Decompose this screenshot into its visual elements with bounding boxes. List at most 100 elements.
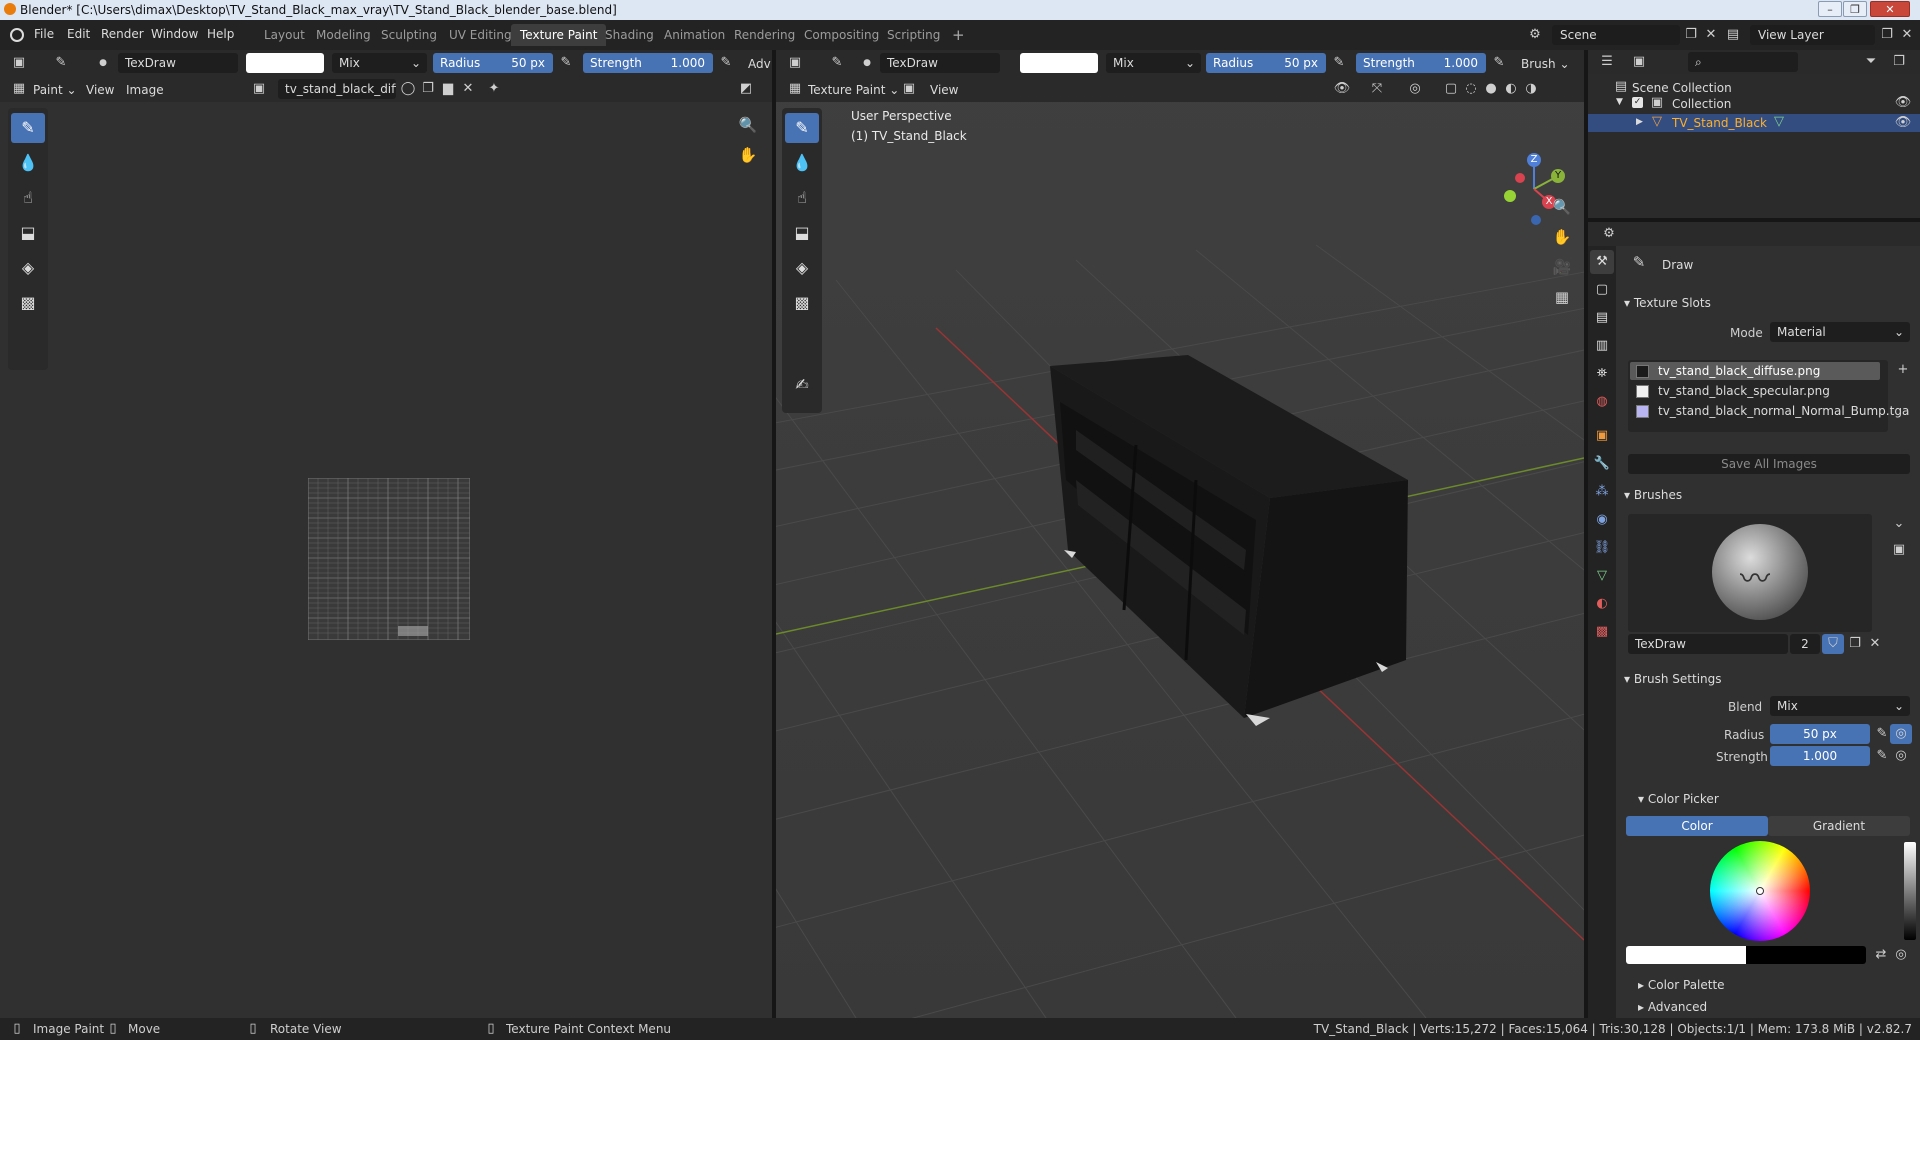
overlay-toggle-icon[interactable]: ◎ [1404,79,1426,99]
paint-mode-dropdown[interactable]: Paint ⌄ [33,83,77,97]
color-palette-header[interactable]: ▸ Color Palette [1638,974,1908,996]
render-tab-icon[interactable]: ▢ [1590,278,1614,302]
rendered-shading-icon[interactable]: ◑ [1520,79,1542,99]
tool-tab-icon[interactable]: ⚒ [1590,250,1614,274]
constraints-tab-icon[interactable]: ⛓ [1590,536,1614,560]
color-wheel[interactable] [1710,841,1810,941]
clone-tool-icon[interactable]: ⬓ [11,218,45,248]
viewport-pan-icon[interactable]: ✋ [1551,227,1573,247]
pin-icon[interactable]: ✦ [483,79,505,99]
image-name-field[interactable]: tv_stand_black_diffu... [278,79,396,99]
collection-expand-icon[interactable]: ▼ [1616,97,1623,107]
xray-toggle-icon[interactable]: ▢ [1440,79,1462,99]
close-button[interactable]: ✕ [1870,1,1910,17]
editor-type-icon[interactable]: ▣ [8,53,30,73]
tab-sculpting[interactable]: Sculpting [372,24,446,46]
view-layer-tab-icon[interactable]: ▥ [1590,334,1614,358]
image-browse-icon[interactable]: ▣ [248,79,270,99]
tab-animation[interactable]: Animation [655,24,734,46]
new-image-icon[interactable]: ❐ [417,79,439,99]
ortho-toggle-icon[interactable]: ▦ [1551,287,1573,307]
pan-hand-icon[interactable]: ✋ [737,145,759,165]
brush-blend-dropdown[interactable]: Mix ⌄ [1770,696,1910,716]
camera-view-icon[interactable]: 🎥 [1551,257,1573,277]
vp-view-menu[interactable]: View [930,83,958,97]
slot-mode-dropdown[interactable]: Material ⌄ [1770,322,1910,342]
vp-draw-tool-icon[interactable]: ✎ [785,113,819,143]
texture-image-canvas[interactable] [308,478,470,640]
menu-edit[interactable]: Edit [67,27,90,41]
swap-colors-icon[interactable]: ⇄ [1870,945,1892,965]
unified-color-icon[interactable]: ◎ [1890,945,1912,965]
object-visibility-icon[interactable]: 👁 [1892,113,1914,133]
secondary-color-swatch[interactable] [1746,946,1866,964]
collection-checkbox[interactable]: ✓ [1632,97,1643,108]
tab-modeling[interactable]: Modeling [307,24,380,46]
duplicate-brush-icon[interactable]: ❐ [1844,634,1866,654]
image-menu[interactable]: Image [126,83,164,97]
material-shading-icon[interactable]: ◐ [1500,79,1522,99]
3d-viewport[interactable]: Z Y X 🔍 ✋ 🎥 ▦ User Perspective (1) TV_St… [776,50,1584,1018]
outliner-row-tv-stand[interactable]: ▶ ▽ TV_Stand_Black ▽ 👁 [1588,114,1920,132]
mask-tool-icon[interactable]: ▩ [11,288,45,318]
delete-scene-icon[interactable]: ✕ [1700,25,1722,45]
add-workspace-button[interactable]: + [943,24,974,46]
tab-shading[interactable]: Shading [596,24,663,46]
zoom-icon[interactable]: 🔍 [737,115,759,135]
blender-menu-icon[interactable] [10,28,24,42]
texture-slots-header[interactable]: ▾ Texture Slots [1624,292,1914,314]
brush-image-icon[interactable]: ▣ [1888,540,1910,560]
strength-pressure-icon[interactable]: ✎ [715,53,737,73]
delete-view-layer-icon[interactable]: ✕ [1896,25,1918,45]
vp-soften-tool-icon[interactable]: 💧 [785,148,819,178]
brush-preview-box[interactable]: 〰 [1628,514,1872,632]
minimize-button[interactable]: – [1818,1,1842,17]
world-tab-icon[interactable]: ◍ [1590,390,1614,414]
brush-users-count[interactable]: 2 [1790,634,1820,654]
radius-pressure-icon[interactable]: ✎ [555,53,577,73]
vp-smear-tool-icon[interactable]: ☝ [785,183,819,213]
outliner-search-input[interactable]: ⌕ [1688,52,1798,72]
menu-window[interactable]: Window [151,27,198,41]
advanced-header[interactable]: ▸ Advanced [1638,996,1908,1018]
brush-list-chevron-icon[interactable]: ⌄ [1888,514,1910,534]
fake-user-icon[interactable]: ◯ [397,79,419,99]
wireframe-shading-icon[interactable]: ◌ [1460,79,1482,99]
gradient-tab[interactable]: Gradient [1768,816,1910,836]
brushes-header[interactable]: ▾ Brushes [1624,484,1914,506]
blend-mode-dropdown[interactable]: Mix ⌄ [332,53,427,73]
physics-tab-icon[interactable]: ◉ [1590,508,1614,532]
brush-name-datablock[interactable]: TexDraw [1628,634,1788,654]
brush-strength-slider[interactable]: 1.000 [1770,746,1870,766]
tab-scripting[interactable]: Scripting [878,24,949,46]
vp-mask-tool-icon[interactable]: ▩ [785,288,819,318]
view-layer-field[interactable]: View Layer [1750,25,1875,45]
object-name-label[interactable]: TV_Stand_Black [1672,116,1767,130]
tab-texture-paint[interactable]: Texture Paint [511,24,607,46]
gizmo-toggle-icon[interactable]: ⤧ [1366,79,1388,99]
vp-editor-type-icon[interactable]: ▣ [784,53,806,73]
vp-mask-toggle-icon[interactable]: ▣ [898,79,920,99]
mesh-data-icon[interactable]: ▽ [1774,114,1784,129]
texture-slot-row-2[interactable]: tv_stand_black_normal_Normal_Bump.tga [1630,402,1909,420]
vp-radius-slider[interactable]: Radius 50 px [1206,53,1326,73]
object-tab-icon[interactable]: ▣ [1590,424,1614,448]
brush-radius-slider[interactable]: 50 px [1770,724,1870,744]
maximize-button[interactable]: ❐ [1843,1,1867,17]
menu-help[interactable]: Help [207,27,234,41]
fill-tool-icon[interactable]: ◈ [11,253,45,283]
add-slot-icon[interactable]: + [1892,360,1914,380]
tab-compositing[interactable]: Compositing [795,24,888,46]
vp-strength-pressure-icon[interactable]: ✎ [1488,53,1510,73]
new-scene-icon[interactable]: ❐ [1680,25,1702,45]
collection-label[interactable]: Collection [1672,97,1731,111]
outliner-type-icon[interactable]: ☰ [1596,52,1618,72]
gizmo-y-label[interactable]: Y [1553,170,1563,181]
image-view-menu[interactable]: View [86,83,114,97]
vp-mode-dropdown[interactable]: Texture Paint ⌄ [808,83,899,97]
menu-file[interactable]: File [34,27,54,41]
texture-slot-row-1[interactable]: tv_stand_black_specular.png [1630,382,1880,400]
vp-brush-color-swatch[interactable] [1020,53,1098,73]
filter-icon[interactable]: ⏷ [1860,52,1882,72]
new-view-layer-icon[interactable]: ❐ [1876,25,1898,45]
